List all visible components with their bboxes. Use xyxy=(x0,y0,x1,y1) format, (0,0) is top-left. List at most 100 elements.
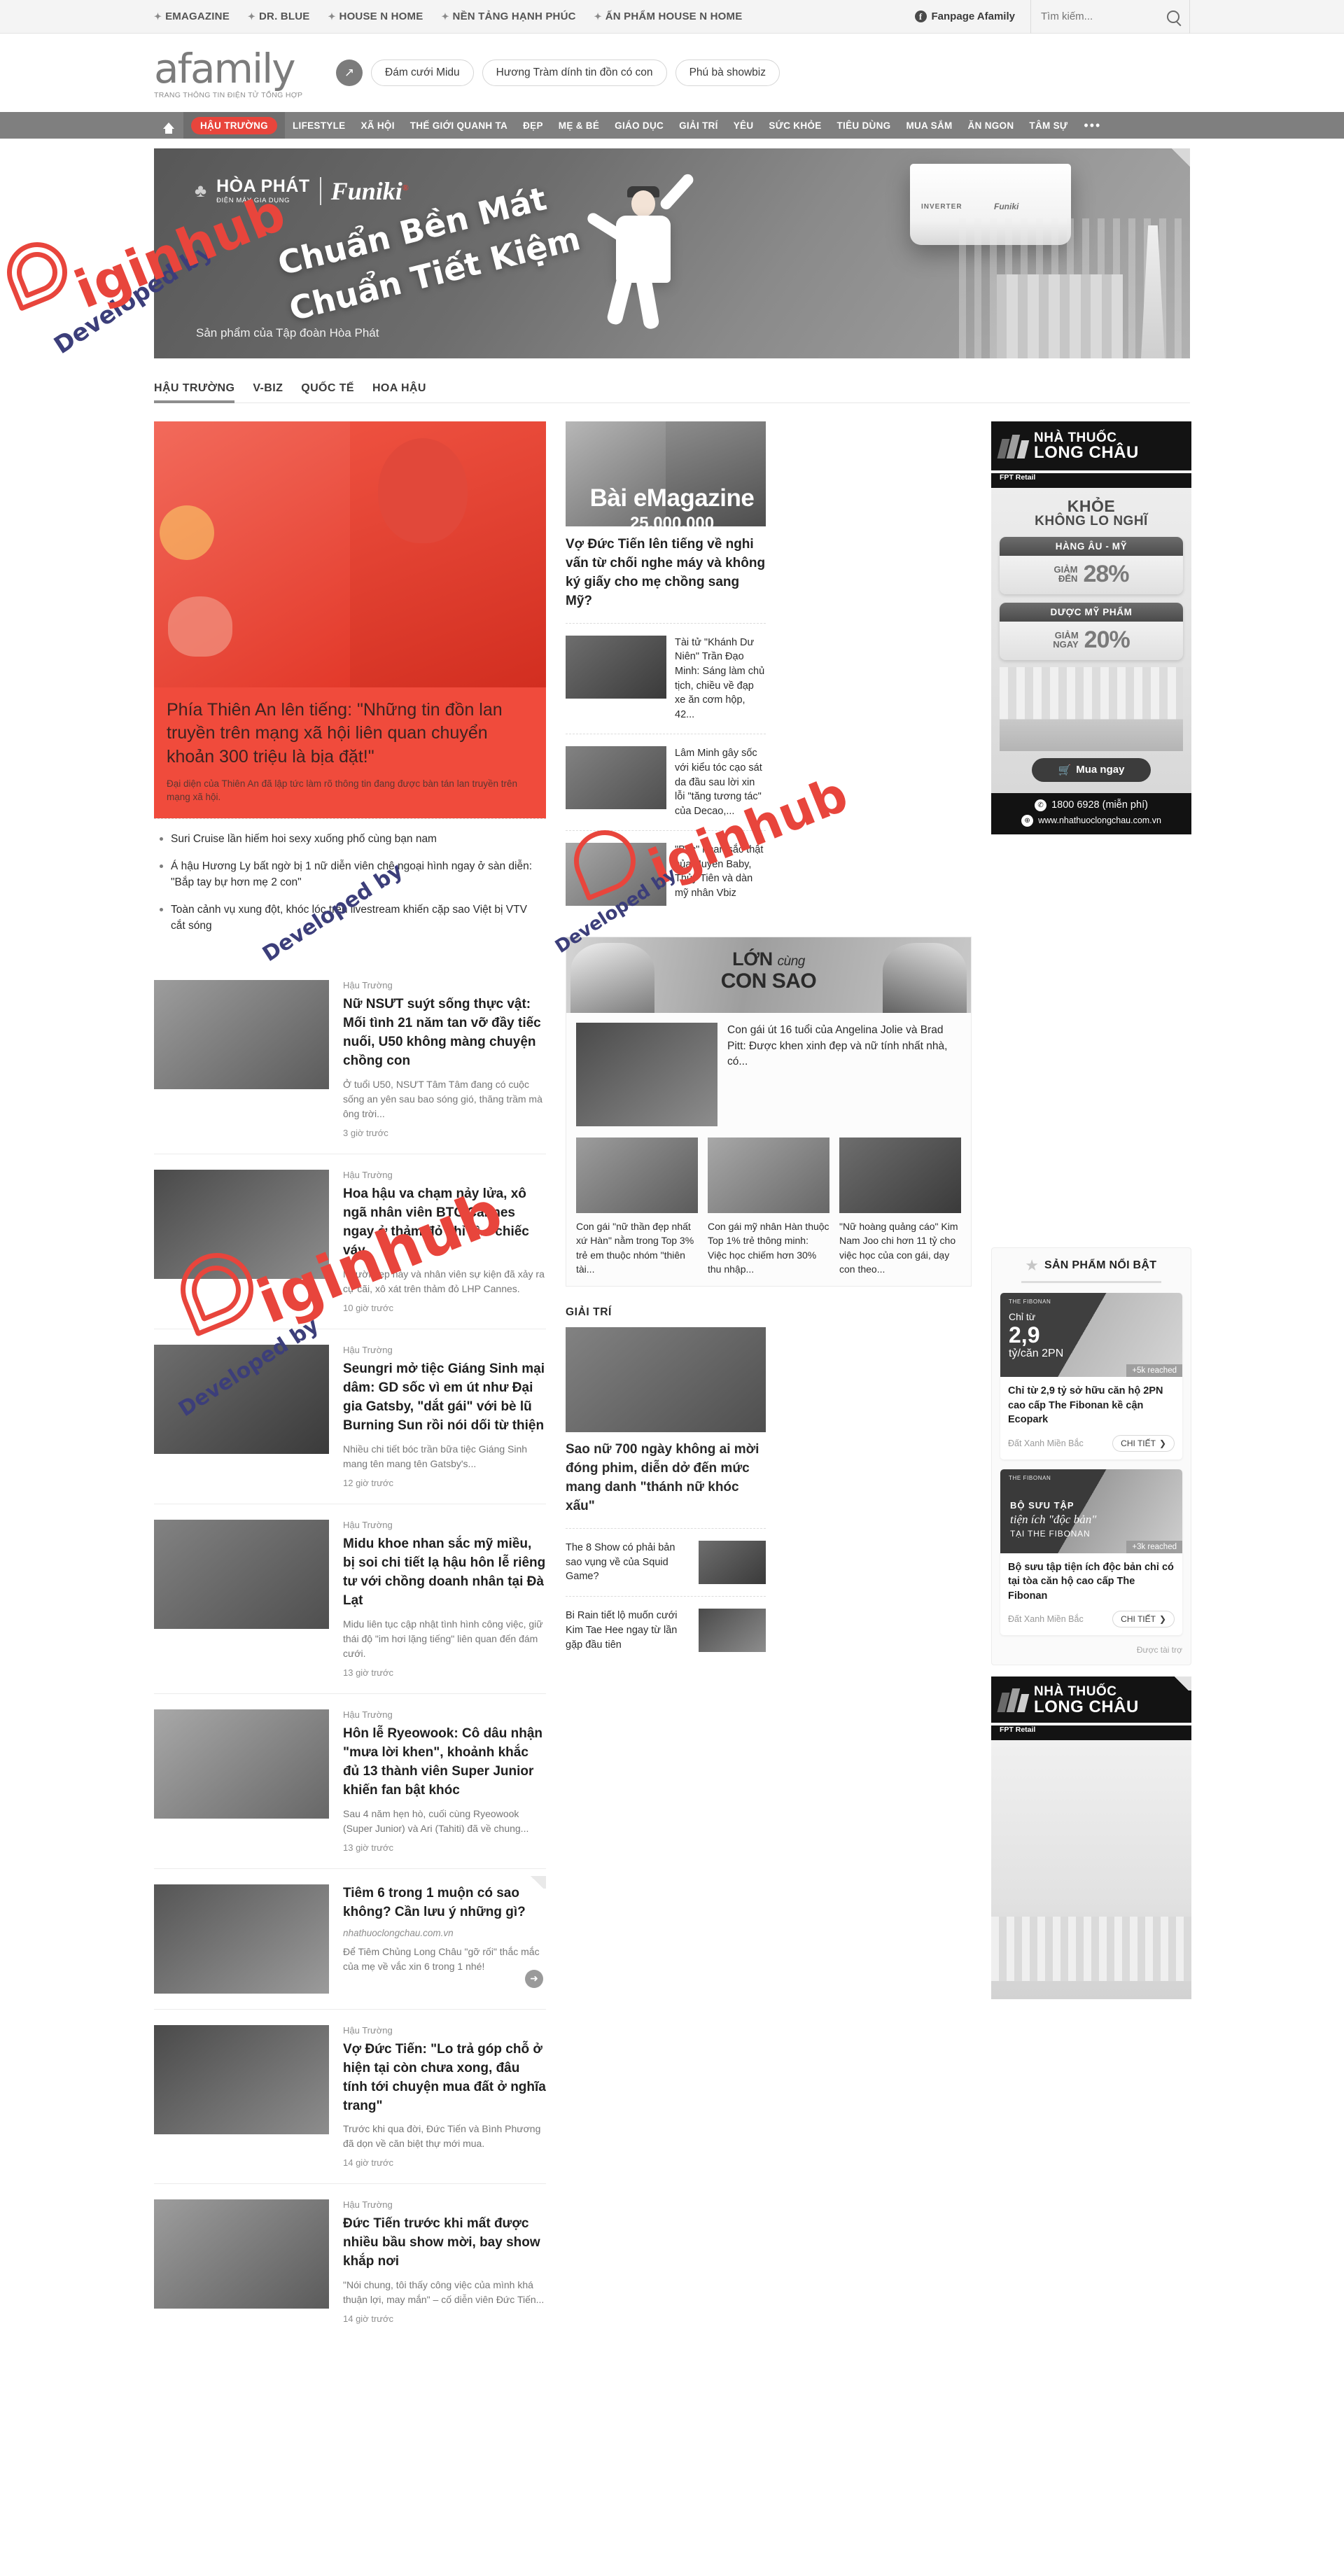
nav-item-tieu-dung[interactable]: TIÊU DÙNG xyxy=(830,112,899,139)
facebook-icon: f xyxy=(914,10,927,22)
featured-article-card[interactable]: Bài eMagazine 25.000.000 Phía Thiên An l… xyxy=(154,421,755,818)
table-row[interactable]: Hậu Trường Vợ Đức Tiến: "Lo trả góp chỗ … xyxy=(154,2008,546,2184)
article-title[interactable]: "Nữ hoàng quảng cáo" Kim Nam Joo chi hơn… xyxy=(839,1219,961,1276)
nav-item-yeu[interactable]: YÊU xyxy=(726,112,762,139)
fpt-retail-label: FPT Retail xyxy=(1000,472,1036,482)
giai-tri-heading[interactable]: GIẢI TRÍ xyxy=(566,1306,766,1319)
article-title[interactable]: The 8 Show có phải bản sao vụng về của S… xyxy=(566,1541,690,1585)
article-title[interactable]: Tài tử "Khánh Dư Niên" Trần Đạo Minh: Sá… xyxy=(675,636,766,722)
emagazine-badge-title: Bài eMagazine xyxy=(589,484,755,512)
search-icon[interactable] xyxy=(1167,10,1180,23)
section-tab-v-biz[interactable]: V-BIZ xyxy=(253,382,283,402)
nav-home-button[interactable] xyxy=(154,112,183,139)
article-title[interactable]: Con gái "nữ thần đẹp nhất xứ Hàn" nằm tr… xyxy=(576,1219,698,1276)
search-input[interactable] xyxy=(1041,10,1153,22)
article-thumbnail xyxy=(154,1170,329,1280)
top-link-emagazine[interactable]: ✦ EMAGAZINE xyxy=(154,10,230,22)
product-card-2[interactable]: THE FIBONAN BỘ SƯU TẬP tiện ích "độc bản… xyxy=(1000,1469,1182,1636)
table-row[interactable]: Hậu Trường Midu khoe nhan sắc mỹ miều, b… xyxy=(154,1503,546,1693)
list-item[interactable]: Á hậu Hương Ly bất ngờ bị 1 nữ diễn viên… xyxy=(157,859,543,890)
trending-chip-3[interactable]: Phú bà showbiz xyxy=(675,59,780,86)
lead-article-title[interactable]: Vợ Đức Tiến lên tiếng về nghi vấn từ chố… xyxy=(566,536,766,611)
article-title[interactable]: Tiêm 6 trong 1 muộn có sao không? Cần lư… xyxy=(343,1884,546,1922)
list-item[interactable]: Suri Cruise lần hiếm hoi sexy xuống phố … xyxy=(157,832,543,847)
list-item[interactable]: Lâm Minh gây sốc với kiểu tóc cạo sát da… xyxy=(566,746,766,818)
list-item[interactable]: Toàn cảnh vụ xung đột, khóc lóc trên liv… xyxy=(157,902,543,934)
list-item[interactable]: Tài tử "Khánh Dư Niên" Trần Đạo Minh: Sá… xyxy=(566,635,766,722)
nav-item-lifestyle[interactable]: LIFESTYLE xyxy=(285,112,353,139)
widget-feature-item[interactable]: Con gái út 16 tuổi của Angelina Jolie và… xyxy=(576,1023,961,1127)
table-row[interactable]: Hậu Trường Đức Tiến trước khi mất được n… xyxy=(154,2183,546,2339)
site-logo[interactable]: afamily TRANG THÔNG TIN ĐIỆN TỬ TỔNG HỢP xyxy=(154,46,329,99)
fanpage-link[interactable]: f Fanpage Afamily xyxy=(914,10,1030,22)
buy-now-button[interactable]: 🛒 Mua ngay xyxy=(1032,757,1151,782)
divider xyxy=(566,1527,766,1529)
article-title[interactable]: Hoa hậu va chạm nảy lửa, xô ngã nhân viê… xyxy=(343,1185,546,1261)
product-title[interactable]: Bộ sưu tập tiện ích độc bản chỉ có tại t… xyxy=(1008,1560,1175,1604)
nav-item-an-ngon[interactable]: ĂN NGON xyxy=(960,112,1022,139)
article-title[interactable]: Midu khoe nhan sắc mỹ miều, bị soi chi t… xyxy=(343,1535,546,1611)
nav-item-giai-tri[interactable]: GIẢI TRÍ xyxy=(671,112,726,139)
divider xyxy=(319,177,321,205)
article-timestamp: 13 giờ trước xyxy=(343,1667,393,1678)
nav-item-xa-hoi[interactable]: XÃ HỘI xyxy=(353,112,402,139)
search-container[interactable] xyxy=(1030,0,1190,34)
table-row[interactable]: Hậu Trường Hoa hậu va chạm nảy lửa, xô n… xyxy=(154,1154,546,1329)
product-detail-label: CHI TIẾT xyxy=(1121,1438,1156,1448)
list-item[interactable]: Con gái mỹ nhân Hàn thuộc Top 1% trẻ thô… xyxy=(708,1138,830,1276)
nav-item-giao-duc[interactable]: GIÁO DỤC xyxy=(607,112,671,139)
section-tab-hau-truong[interactable]: HẬU TRƯỜNG xyxy=(154,382,235,403)
article-title[interactable]: Hôn lễ Ryeowook: Cô dâu nhận "mưa lời kh… xyxy=(343,1725,546,1800)
nav-item-suc-khoe[interactable]: SỨC KHỎE xyxy=(761,112,829,139)
widget-banner[interactable]: LỚN cùng CON SAO xyxy=(566,937,971,1014)
product-title[interactable]: Chỉ từ 2,9 tỷ sở hữu căn hộ 2PN cao cấp … xyxy=(1008,1384,1175,1427)
article-title[interactable]: "Bóc" nhan sắc thật của Huyền Baby, Thủy… xyxy=(675,843,766,906)
top-link-an-pham-house-n-home[interactable]: ✦ ẤN PHẨM HOUSE N HOME xyxy=(594,10,743,22)
hero-advertisement-banner[interactable]: ♣ HÒA PHÁT ĐIỆN MÁY GIA DỤNG Funiki® Chu… xyxy=(154,148,1190,358)
list-item[interactable]: Con gái "nữ thần đẹp nhất xứ Hàn" nằm tr… xyxy=(576,1138,698,1276)
article-title[interactable]: Đức Tiến trước khi mất được nhiều bầu sh… xyxy=(343,2215,546,2272)
star-icon: ✦ xyxy=(247,10,255,22)
table-row[interactable]: Hậu Trường Nữ NSƯT suýt sống thực vật: M… xyxy=(154,965,546,1154)
shopping-cart-icon: 🛒 xyxy=(1058,764,1072,776)
trending-chip-1[interactable]: Đám cưới Midu xyxy=(371,59,474,86)
featured-article-title[interactable]: Phía Thiên An lên tiếng: "Những tin đồn … xyxy=(167,699,533,769)
nav-item-hau-truong[interactable]: HẬU TRƯỜNG xyxy=(183,112,285,139)
article-title[interactable]: Lâm Minh gây sốc với kiểu tóc cạo sát da… xyxy=(675,746,766,818)
product-detail-button[interactable]: CHI TIẾT ❯ xyxy=(1112,1611,1175,1628)
nav-item-tam-su[interactable]: TÂM SỰ xyxy=(1021,112,1075,139)
longchau-advertisement[interactable]: NHÀ THUỐC LONG CHÂU FPT Retail KHỎE KHÔN… xyxy=(991,421,1191,834)
list-item[interactable]: "Bóc" nhan sắc thật của Huyền Baby, Thủy… xyxy=(566,843,766,906)
product-detail-button[interactable]: CHI TIẾT ❯ xyxy=(1112,1434,1175,1452)
longchau-advertisement-secondary[interactable]: NHÀ THUỐC LONG CHÂU FPT Retail xyxy=(991,1676,1191,2000)
nav-item-the-gioi-quanh-ta[interactable]: THẾ GIỚI QUANH TA xyxy=(402,112,515,139)
product-card-1[interactable]: THE FIBONAN Chỉ từ 2,9 tỷ/căn 2PN +5k re… xyxy=(1000,1292,1182,1460)
list-item[interactable]: The 8 Show có phải bản sao vụng về của S… xyxy=(566,1540,766,1585)
promo-1-value: 28% xyxy=(1083,560,1129,587)
article-title[interactable]: Bi Rain tiết lộ muốn cưới Kim Tae Hee ng… xyxy=(566,1609,690,1653)
article-title[interactable]: Nữ NSƯT suýt sống thực vật: Mối tình 21 … xyxy=(343,995,546,1071)
nav-item-mua-sam[interactable]: MUA SẮM xyxy=(898,112,960,139)
arrow-right-circle-icon[interactable]: ➜ xyxy=(525,1969,543,1988)
top-link-nen-tang-hanh-phuc[interactable]: ✦ NỀN TẢNG HẠNH PHÚC xyxy=(441,10,575,22)
article-timestamp: 13 giờ trước xyxy=(343,1842,393,1853)
nav-more-button[interactable]: ••• xyxy=(1075,112,1110,139)
sponsored-article-row[interactable]: Tiêm 6 trong 1 muộn có sao không? Cần lư… xyxy=(154,1868,546,2009)
nav-item-dep[interactable]: ĐẸP xyxy=(515,112,551,139)
table-row[interactable]: Hậu Trường Hôn lễ Ryeowook: Cô dâu nhận … xyxy=(154,1693,546,1868)
section-tab-quoc-te[interactable]: QUỐC TẾ xyxy=(301,382,354,402)
longchau-brand-line-2: LONG CHÂU xyxy=(1034,1697,1139,1716)
table-row[interactable]: Hậu Trường Seungri mở tiệc Giáng Sinh mạ… xyxy=(154,1328,546,1504)
giai-tri-main-title[interactable]: Sao nữ 700 ngày không ai mời đóng phim, … xyxy=(566,1441,766,1516)
article-title[interactable]: Con gái út 16 tuổi của Angelina Jolie và… xyxy=(727,1023,961,1126)
list-item[interactable]: "Nữ hoàng quảng cáo" Kim Nam Joo chi hơn… xyxy=(839,1138,961,1276)
top-link-house-n-home[interactable]: ✦ HOUSE N HOME xyxy=(328,10,423,22)
top-link-dr-blue[interactable]: ✦ DR. BLUE xyxy=(248,10,310,22)
trending-chip-2[interactable]: Hương Tràm dính tin đồn có con xyxy=(482,59,667,86)
list-item[interactable]: Bi Rain tiết lộ muốn cưới Kim Tae Hee ng… xyxy=(566,1609,766,1653)
section-tab-hoa-hau[interactable]: HOA HẬU xyxy=(372,382,426,402)
article-title[interactable]: Vợ Đức Tiến: "Lo trả góp chỗ ở hiện tại … xyxy=(343,2040,546,2116)
article-title[interactable]: Con gái mỹ nhân Hàn thuộc Top 1% trẻ thô… xyxy=(708,1219,830,1276)
article-title[interactable]: Seungri mở tiệc Giáng Sinh mại dâm: GD s… xyxy=(343,1360,546,1436)
nav-item-me-va-be[interactable]: MẸ & BÉ xyxy=(551,112,607,139)
